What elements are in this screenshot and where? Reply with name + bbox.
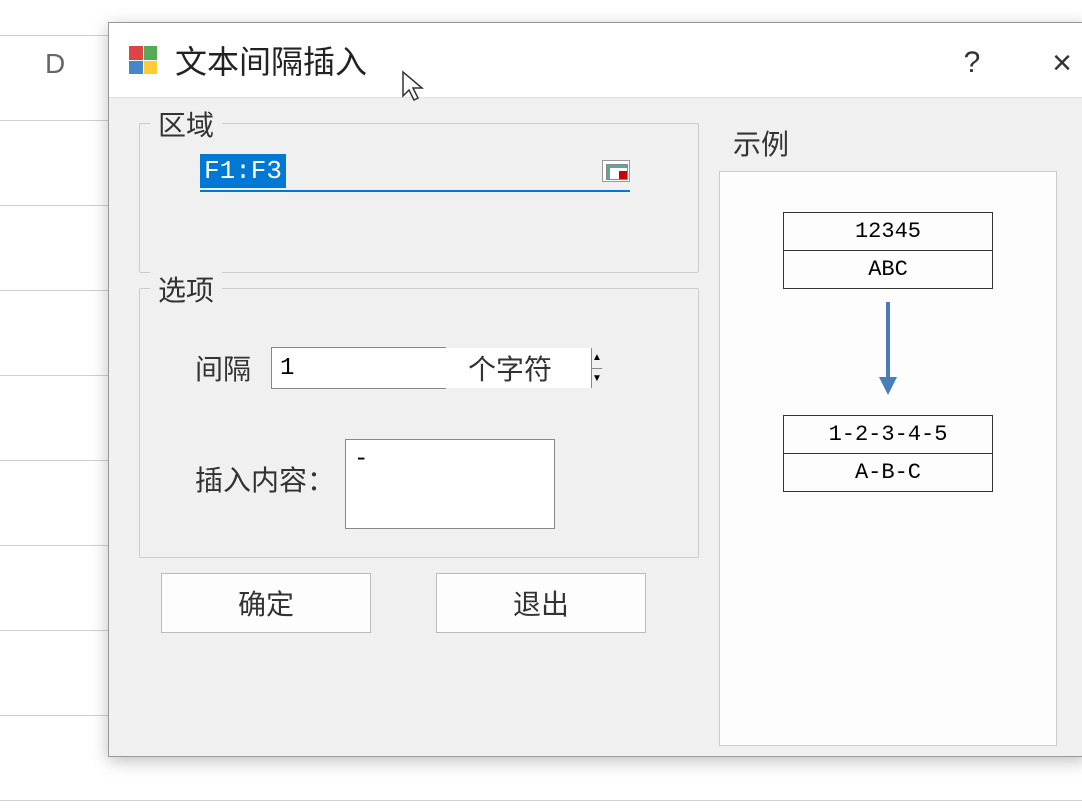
example-cell: ABC (784, 251, 992, 288)
example-after-table: 1-2-3-4-5 A-B-C (783, 415, 993, 492)
example-legend: 示例 (725, 123, 797, 163)
range-picker-icon (606, 164, 626, 178)
range-input-container[interactable]: F1:F3 (200, 154, 630, 192)
help-button[interactable]: ? (947, 38, 997, 88)
ok-button[interactable]: 确定 (161, 573, 371, 633)
insert-content-label: 插入内容： (195, 459, 335, 499)
example-panel: 12345 ABC 1-2-3-4-5 A-B-C (719, 171, 1057, 746)
dialog-title: 文本间隔插入 (175, 37, 367, 83)
spinner-down-button[interactable]: ▼ (592, 369, 602, 389)
interval-suffix-label: 个字符 (468, 348, 552, 388)
example-before-table: 12345 ABC (783, 212, 993, 289)
column-header-d: D (45, 48, 65, 80)
arrow-down-icon (873, 297, 903, 397)
close-button[interactable]: × (1037, 38, 1082, 88)
exit-button[interactable]: 退出 (436, 573, 646, 633)
region-fieldset: 区域 F1:F3 (139, 123, 699, 273)
example-cell: 12345 (784, 213, 992, 251)
range-picker-button[interactable] (602, 160, 630, 182)
dialog-window: 文本间隔插入 ? × 区域 F1:F3 选项 间隔 (108, 22, 1082, 757)
interval-spinner[interactable]: ▲ ▼ (271, 347, 446, 389)
example-cell: 1-2-3-4-5 (784, 416, 992, 454)
options-legend: 选项 (150, 269, 222, 309)
spinner-up-button[interactable]: ▲ (592, 348, 602, 369)
app-icon (129, 46, 157, 74)
interval-label: 间隔 (195, 348, 251, 388)
region-legend: 区域 (150, 104, 222, 144)
options-fieldset: 选项 间隔 ▲ ▼ 个字符 插入内容： (139, 288, 699, 558)
insert-content-input[interactable] (345, 439, 555, 529)
example-cell: A-B-C (784, 454, 992, 491)
titlebar[interactable]: 文本间隔插入 ? × (109, 23, 1082, 98)
range-input[interactable]: F1:F3 (200, 154, 286, 188)
